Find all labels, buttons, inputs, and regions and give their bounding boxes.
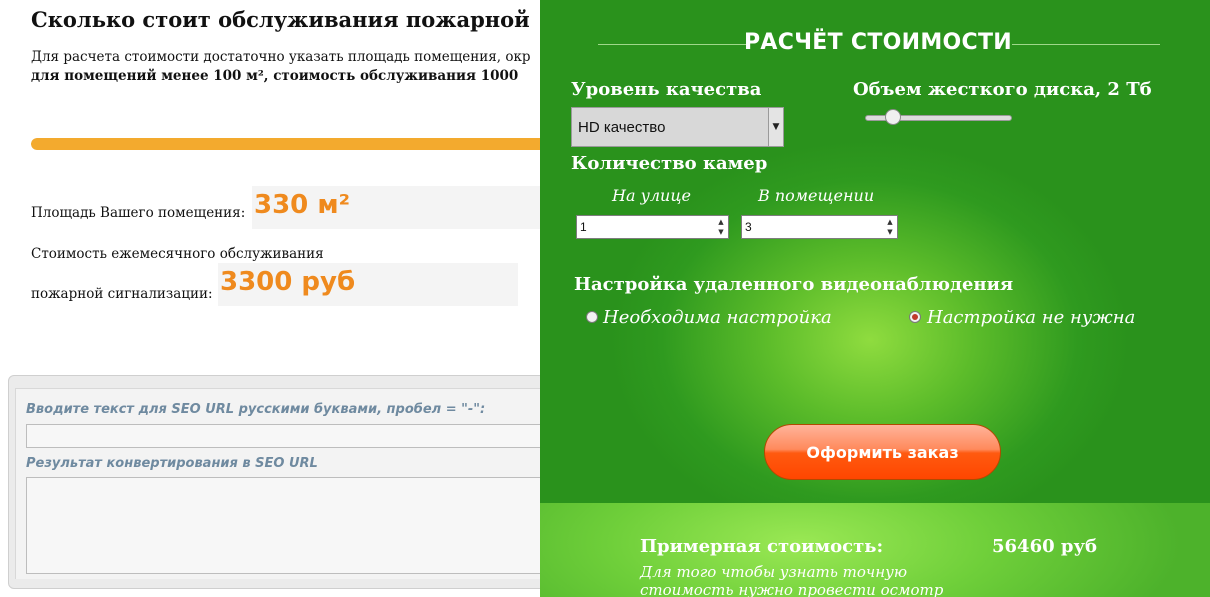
area-label: Площадь Вашего помещения: (31, 205, 246, 221)
intro-text-bold: для помещений менее 100 м², стоимость об… (31, 68, 519, 84)
indoor-cameras-stepper[interactable]: 3 ▲ ▼ (741, 215, 898, 239)
outdoor-cameras-stepper[interactable]: 1 ▲ ▼ (576, 215, 729, 239)
remote-setup-label: Настройка удаленного видеонаблюдения (574, 274, 1014, 295)
cost-value-box: 3300 руб (218, 263, 518, 306)
radio-setup-not-needed-label[interactable]: Настройка не нужна (927, 307, 1135, 328)
radio-setup-needed[interactable] (586, 311, 598, 323)
price-value: 56460 руб (992, 536, 1098, 557)
cost-value: 3300 руб (220, 267, 356, 297)
quality-label: Уровень качества (571, 79, 762, 100)
outdoor-label: На улице (612, 186, 691, 205)
seo-text-input[interactable] (26, 424, 540, 448)
calculator-article: Сколько стоит обслуживания пожарной Для … (0, 0, 540, 597)
calculator-title: РАСЧЁТ СТОИМОСТИ (744, 30, 1012, 55)
quality-select[interactable]: HD качество ▼ (571, 107, 784, 147)
area-slider-track[interactable] (31, 138, 540, 150)
cost-label-line2: пожарной сигнализации: (31, 286, 213, 302)
indoor-cameras-value: 3 (745, 220, 752, 234)
stepper-arrows-icon[interactable]: ▲ ▼ (885, 217, 895, 237)
cost-result-row: пожарной сигнализации: 3300 руб (31, 263, 540, 307)
area-slider-fill (31, 138, 540, 150)
order-button[interactable]: Оформить заказ (764, 424, 1001, 480)
seo-result-textarea[interactable] (26, 477, 540, 574)
seo-result-label: Результат конвертирования в SEO URL (26, 456, 318, 471)
seo-url-converter: Вводите текст для SEO URL русскими буква… (8, 375, 540, 589)
price-note: Для того чтобы узнать точную стоимость н… (640, 563, 944, 597)
radio-setup-needed-label[interactable]: Необходима настройка (603, 307, 832, 328)
cost-calculator-panel: РАСЧЁТ СТОИМОСТИ Уровень качества HD кач… (540, 0, 1210, 597)
seo-url-panel: Вводите текст для SEO URL русскими буква… (15, 388, 540, 579)
price-label: Примерная стоимость: (640, 536, 884, 557)
quality-selected-value: HD качество (578, 119, 666, 136)
chevron-down-icon[interactable]: ▼ (768, 108, 783, 146)
page-title: Сколько стоит обслуживания пожарной (31, 7, 530, 32)
radio-setup-not-needed[interactable] (909, 311, 921, 323)
area-value-box: 330 м² (252, 186, 540, 229)
outdoor-cameras-value: 1 (580, 220, 587, 234)
intro-text: Для расчета стоимости достаточно указать… (31, 49, 531, 65)
disk-label: Объем жесткого диска, 2 Тб (853, 79, 1152, 100)
indoor-label: В помещении (758, 186, 875, 205)
seo-input-label: Вводите текст для SEO URL русскими буква… (26, 402, 486, 417)
area-value: 330 м² (254, 190, 350, 220)
disk-slider-thumb[interactable] (884, 109, 901, 125)
stepper-arrows-icon[interactable]: ▲ ▼ (716, 217, 726, 237)
area-result-row: Площадь Вашего помещения: 330 м² (31, 186, 540, 229)
cost-label: Стоимость ежемесячного обслуживания (31, 246, 324, 262)
cameras-label: Количество камер (571, 153, 768, 174)
